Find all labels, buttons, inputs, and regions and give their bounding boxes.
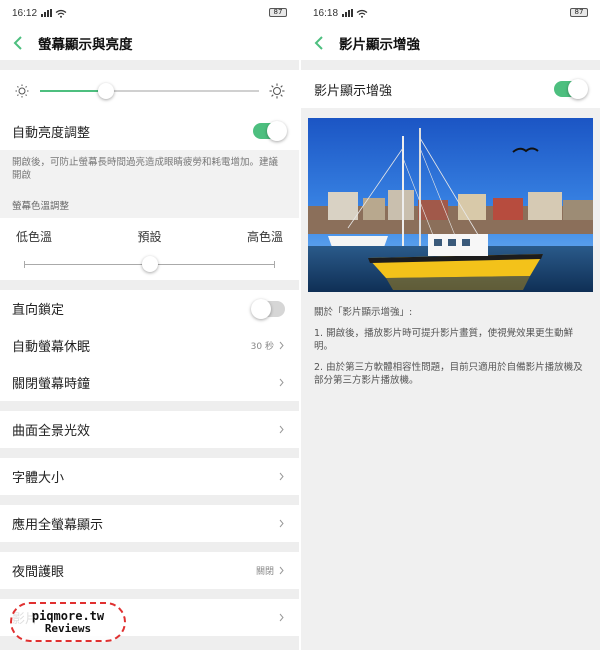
auto-sleep-value: 30 秒 [250, 342, 274, 352]
about-item-1: 1. 開啟後，播放影片時可提升影片畫質，使視覺效果更生動鮮明。 [314, 328, 574, 352]
rotation-lock-toggle[interactable] [251, 298, 285, 319]
chevron-right-icon [279, 378, 284, 387]
chevron-right-icon [279, 472, 284, 481]
video-enhance-toggle[interactable] [554, 79, 588, 99]
auto-brightness-toggle[interactable] [253, 121, 287, 141]
watermark-line2: Reviews [44, 621, 92, 635]
battery-indicator: 87 [269, 8, 287, 17]
auto-brightness-label: 自動亮度調整 [12, 125, 91, 141]
page-title: 影片顯示增強 [339, 37, 420, 53]
chevron-left-icon [13, 36, 22, 50]
color-temp-low-label: 低色溫 [16, 230, 53, 244]
wifi-icon [356, 9, 368, 18]
color-temp-high-label: 高色溫 [246, 230, 283, 244]
status-time: 16:12 [12, 7, 38, 19]
color-temp-section-label: 螢幕色溫調整 [0, 188, 299, 218]
header: 螢幕顯示與亮度 [0, 26, 299, 60]
watermark-line1: piqmore.tw [31, 608, 105, 623]
lock-clock-label: 關閉螢幕時鐘 [12, 377, 91, 392]
curved-light-row[interactable]: 曲面全景光效 [0, 411, 299, 448]
color-temp-default-label: 預設 [137, 230, 162, 244]
font-size-row[interactable]: 字體大小 [0, 458, 299, 495]
chevron-left-icon [314, 36, 323, 50]
auto-sleep-row[interactable]: 自動螢幕休眠 30 秒 [0, 327, 299, 364]
auto-brightness-row[interactable]: 自動亮度調整 [0, 112, 299, 150]
night-mode-value: 關閉 [255, 567, 274, 577]
battery-indicator: 87 [570, 8, 588, 17]
auto-brightness-hint: 開啟後，可防止螢幕長時間過亮造成眼睛疲勞和耗電增加。建議開啟 [0, 150, 299, 188]
chevron-right-icon [279, 519, 284, 528]
page-title: 螢幕顯示與亮度 [38, 37, 133, 53]
header: 影片顯示增強 [301, 26, 600, 60]
color-temp-slider-knob[interactable] [141, 256, 158, 272]
brightness-slider-fill [40, 90, 106, 92]
toggle-knob [251, 298, 271, 319]
color-temp-slider[interactable] [24, 256, 275, 272]
curved-light-label: 曲面全景光效 [12, 424, 91, 439]
brightness-high-icon [269, 83, 285, 99]
preview-image [308, 118, 593, 292]
harbor-boat-photo [308, 118, 593, 292]
slider-tick [274, 261, 275, 268]
chevron-right-icon [279, 613, 284, 622]
chevron-right-icon [279, 566, 284, 575]
brightness-slider-knob[interactable] [97, 83, 114, 99]
status-bar: 16:12 87 [0, 0, 299, 26]
full-screen-label: 應用全螢幕顯示 [12, 518, 104, 533]
auto-sleep-label: 自動螢幕休眠 [12, 340, 91, 355]
about-heading: 關於「影片顯示增強」: [314, 307, 413, 318]
chevron-right-icon [279, 425, 284, 434]
back-button[interactable] [311, 35, 327, 51]
about-item-2: 2. 由於第三方軟體相容性問題，目前只適用於自備影片播放機及部分第三方影片播放機… [314, 362, 583, 386]
back-button[interactable] [10, 35, 26, 51]
rotation-lock-row[interactable]: 直向鎖定 [0, 290, 299, 327]
full-screen-row[interactable]: 應用全螢幕顯示 [0, 505, 299, 542]
about-section: 關於「影片顯示增強」: 1. 開啟後，播放影片時可提升影片畫質，使視覺效果更生動… [301, 292, 600, 387]
brightness-slider[interactable] [40, 83, 259, 99]
signal-icon [41, 9, 53, 17]
video-enhance-screen: 16:18 87 影片顯示增強 影片顯示增強 關於「影片顯示增強」: 1. 開啟… [301, 0, 600, 650]
rotation-lock-label: 直向鎖定 [12, 303, 65, 318]
night-mode-row[interactable]: 夜間護眼 關閉 [0, 552, 299, 589]
font-size-label: 字體大小 [12, 471, 65, 486]
night-mode-label: 夜間護眼 [12, 565, 65, 580]
video-enhance-toggle-label: 影片顯示增強 [314, 83, 393, 99]
brightness-slider-row [0, 70, 299, 112]
brightness-low-icon [15, 84, 29, 98]
color-temp-slider-row: 低色溫 預設 高色溫 [0, 218, 299, 280]
status-time: 16:18 [313, 7, 339, 19]
lock-clock-row[interactable]: 關閉螢幕時鐘 [0, 364, 299, 401]
status-bar: 16:18 87 [301, 0, 600, 26]
watermark-logo: piqmore.tw Reviews [10, 602, 126, 642]
toggle-knob [267, 121, 287, 141]
wifi-icon [55, 9, 67, 18]
display-brightness-screen: 16:12 87 螢幕顯示與亮度 自動亮度調整 開啟後，可防止螢幕長時間過亮造成… [0, 0, 299, 650]
slider-tick [24, 261, 25, 268]
signal-icon [342, 9, 354, 17]
video-enhance-toggle-row[interactable]: 影片顯示增強 [301, 70, 600, 108]
chevron-right-icon [279, 341, 284, 350]
toggle-knob [568, 79, 588, 99]
